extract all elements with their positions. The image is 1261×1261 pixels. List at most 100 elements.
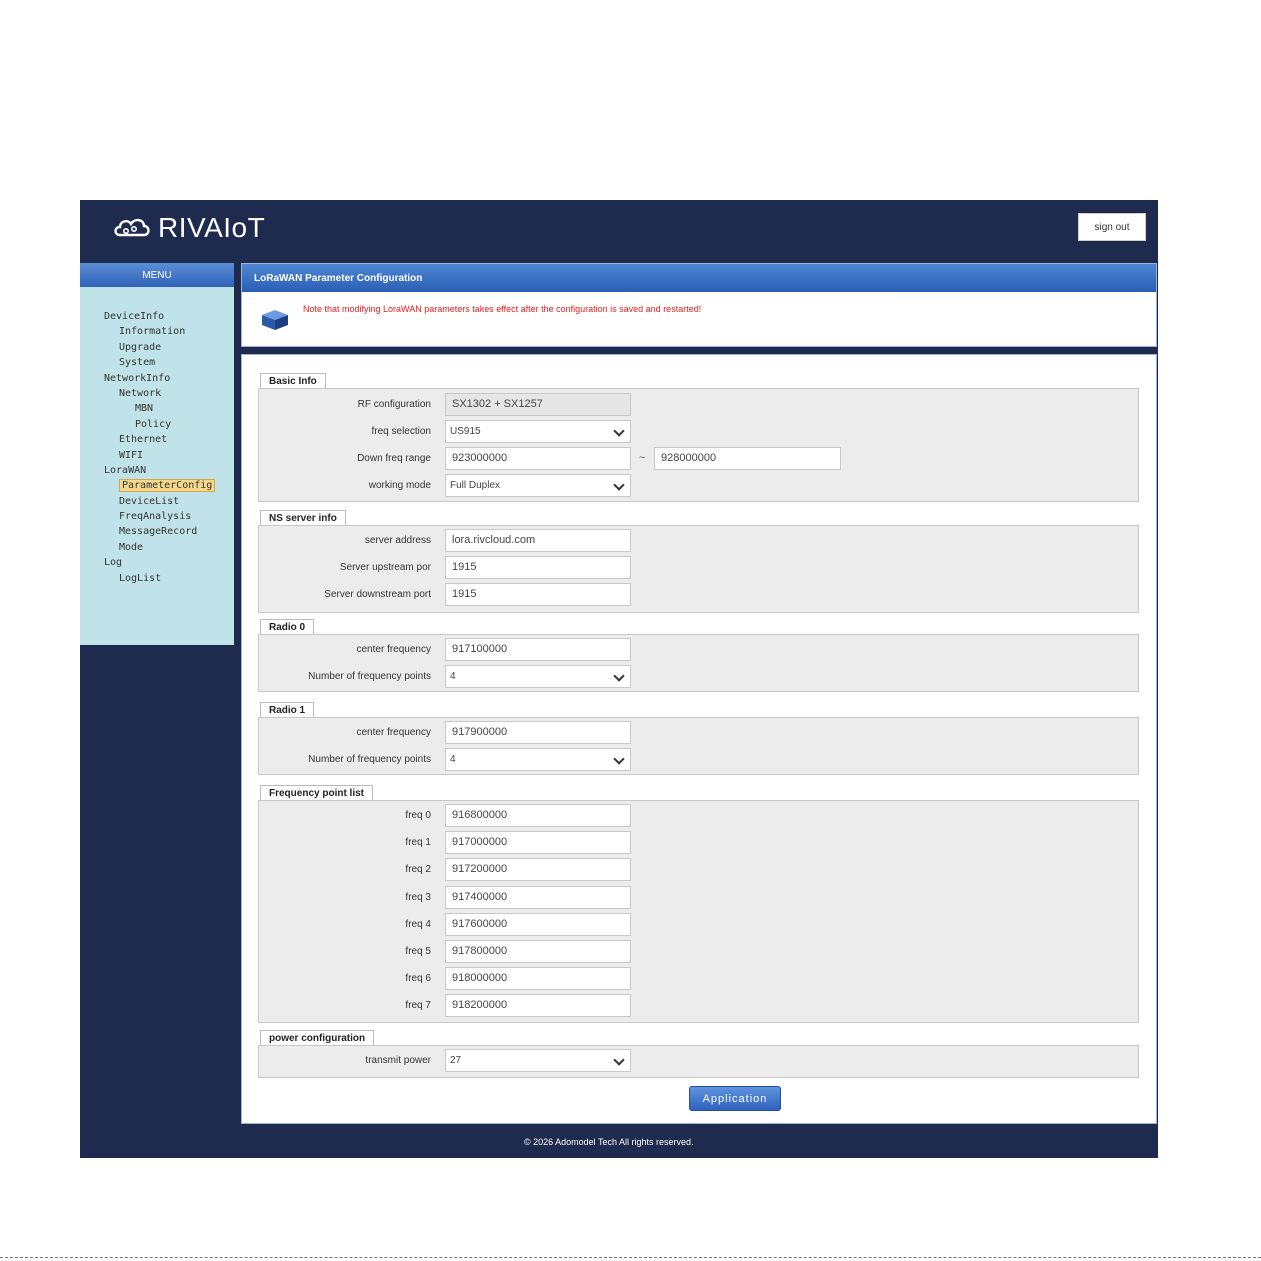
section-title: Radio 1	[260, 702, 315, 718]
freq-label: freq 6	[405, 973, 431, 985]
down-freq-max-input[interactable]: 928000000	[654, 447, 841, 470]
menu-tree: DeviceInfo Information Upgrade System Networ…	[80, 309, 216, 586]
sign-out-button[interactable]: sign out	[1078, 213, 1146, 241]
downstream-port-label: Server downstream port	[324, 589, 431, 600]
notice-panel: LoRaWAN Parameter Configuration Note tha…	[241, 263, 1157, 347]
sidebar-item-label: DeviceInfo	[104, 311, 165, 322]
cloud-logo-icon	[114, 218, 150, 237]
freq-label: freq 4	[405, 918, 431, 930]
sidebar-item-label: Ethernet	[119, 434, 168, 446]
sidebar-item-ethernet[interactable]: Ethernet	[80, 432, 215, 447]
radio0-frequency-points-select[interactable]: 4	[445, 665, 631, 688]
sidebar-item-label: ParameterConfig	[119, 479, 216, 493]
application-button[interactable]: Application	[689, 1086, 781, 1111]
transmit-power-label: transmit power	[365, 1055, 431, 1066]
down-freq-row: Down freq range 923000000 ~ 928000000	[259, 445, 1138, 472]
sidebar-item-loglist[interactable]: LogList	[80, 571, 215, 586]
freq-0-input[interactable]: 916800000	[445, 804, 631, 827]
freq-row: freq 5 917800000	[259, 938, 1138, 965]
sidebar-item-label: MessageRecord	[119, 526, 198, 538]
sidebar-item-label: LogList	[119, 572, 162, 584]
sidebar-item-wifi[interactable]: WIFI	[80, 448, 215, 463]
freq-row: freq 7 918200000	[259, 992, 1138, 1019]
freq-5-input[interactable]: 917800000	[445, 940, 631, 963]
sidebar-item-mode[interactable]: Mode	[80, 540, 215, 555]
logo: RIVAIoT	[112, 210, 265, 246]
working-mode-select[interactable]: Full Duplex	[445, 474, 631, 497]
sidebar-item-label: Mode	[119, 541, 144, 553]
panel-title: LoRaWAN Parameter Configuration	[242, 264, 1156, 292]
freq-2-input[interactable]: 917200000	[445, 858, 631, 882]
freq-row: freq 3 917400000	[259, 884, 1138, 911]
range-separator: ~	[639, 452, 646, 464]
sidebar-item-log[interactable]: Log	[80, 555, 215, 570]
rf-config-label: RF configuration	[357, 399, 431, 410]
freq-selection-select[interactable]: US915	[445, 420, 631, 443]
sidebar-item-networkinfo[interactable]: NetworkInfo	[80, 371, 215, 386]
radio0-points-row: Number of frequency points 4	[259, 663, 1138, 690]
sidebar-item-deviceinfo[interactable]: DeviceInfo	[80, 309, 215, 324]
page-divider	[0, 1257, 1261, 1258]
sidebar-item-devicelist[interactable]: DeviceList	[80, 494, 215, 509]
radio1-center-frequency-input[interactable]: 917900000	[445, 721, 631, 744]
transmit-power-select[interactable]: 27	[445, 1049, 631, 1072]
sidebar-item-label: WIFI	[119, 449, 144, 461]
radio1-frequency-points-select[interactable]: 4	[445, 748, 631, 771]
sidebar-item-label: DeviceList	[119, 495, 180, 507]
frequency-points-label: Number of frequency points	[308, 671, 431, 682]
sidebar-item-policy[interactable]: Policy	[80, 417, 215, 432]
freq-1-input[interactable]: 917000000	[445, 831, 631, 855]
sidebar-item-parameterconfig[interactable]: ParameterConfig	[80, 478, 216, 493]
sidebar-item-label: MBN	[135, 403, 154, 415]
config-form: Basic Info RF configuration SX1302 + SX1…	[241, 354, 1157, 1124]
downstream-port-input[interactable]: 1915	[445, 583, 631, 606]
sidebar-item-system[interactable]: System	[80, 355, 215, 370]
sidebar-item-upgrade[interactable]: Upgrade	[80, 340, 215, 355]
freq-selection-row: freq selection US915	[259, 418, 1138, 445]
sidebar-item-label: System	[119, 357, 156, 369]
sidebar-item-label: Policy	[135, 418, 172, 430]
freq-4-input[interactable]: 917600000	[445, 912, 631, 936]
freq-7-input[interactable]: 918200000	[445, 994, 631, 1018]
upstream-port-input[interactable]: 1915	[445, 556, 631, 579]
downstream-port-row: Server downstream port 1915	[259, 581, 1138, 608]
header: RIVAIoT sign out	[80, 200, 1158, 254]
freq-label: freq 2	[405, 864, 431, 876]
section-body: center frequency 917100000 Number of fre…	[258, 634, 1139, 692]
section-body: RF configuration SX1302 + SX1257 freq se…	[258, 388, 1139, 502]
app-window: RIVAIoT sign out MENU DeviceInfo Informat…	[80, 200, 1158, 1158]
upstream-port-row: Server upstream por 1915	[259, 554, 1138, 581]
upstream-port-label: Server upstream por	[339, 562, 431, 573]
section-body: freq 0 916800000 freq 1 917000000 freq 2 9172…	[258, 800, 1139, 1023]
center-frequency-label: center frequency	[356, 727, 432, 738]
section-body: transmit power 27	[258, 1045, 1139, 1078]
section-title: Basic Info	[260, 373, 326, 389]
freq-row: freq 2 917200000	[259, 856, 1138, 883]
sidebar-item-label: Information	[119, 326, 186, 338]
section-title: Frequency point list	[260, 785, 374, 801]
freq-row: freq 6 918000000	[259, 965, 1138, 992]
sidebar-item-label: Network	[119, 387, 162, 399]
sidebar-item-messagerecord[interactable]: MessageRecord	[80, 524, 215, 539]
working-mode-label: working mode	[368, 480, 431, 491]
sidebar-item-network[interactable]: Network	[80, 386, 215, 401]
sidebar-item-label: Log	[104, 557, 123, 569]
sidebar-item-lorawan[interactable]: LoraWAN	[80, 463, 215, 478]
sidebar-item-information[interactable]: Information	[80, 324, 215, 339]
down-freq-min-input[interactable]: 923000000	[445, 447, 631, 470]
sidebar-item-label: FreqAnalysis	[119, 511, 192, 523]
radio1-center-row: center frequency 917900000	[259, 719, 1138, 746]
freq-3-input[interactable]: 917400000	[445, 885, 631, 909]
radio0-center-row: center frequency 917100000	[259, 636, 1138, 663]
freq-6-input[interactable]: 918000000	[445, 967, 631, 991]
sidebar-item-freqanalysis[interactable]: FreqAnalysis	[80, 509, 215, 524]
section-title: NS server info	[260, 510, 346, 526]
section-title: power configuration	[260, 1030, 375, 1046]
sidebar-item-label: NetworkInfo	[104, 372, 171, 384]
footer-copyright: © 2026 Adomodel Tech All rights reserved…	[524, 1137, 694, 1147]
section-body: server address lora.rivcloud.com Server …	[258, 525, 1139, 613]
freq-label: freq 3	[405, 891, 431, 903]
radio0-center-frequency-input[interactable]: 917100000	[445, 638, 631, 661]
sidebar-item-mbn[interactable]: MBN	[80, 401, 215, 416]
server-address-input[interactable]: lora.rivcloud.com	[445, 529, 631, 552]
